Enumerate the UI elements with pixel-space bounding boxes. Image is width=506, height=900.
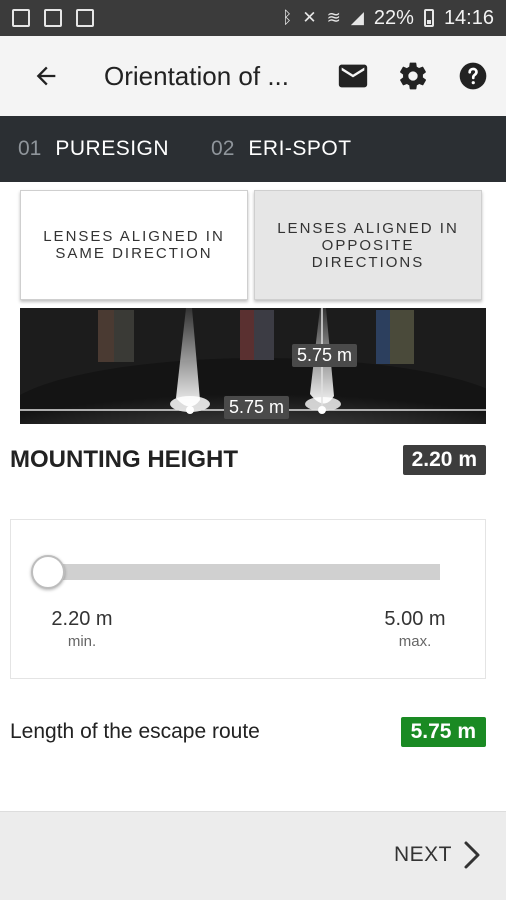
slider-thumb[interactable] <box>31 555 65 589</box>
step-label: PURESIGN <box>55 137 170 160</box>
step-number: 02 <box>211 137 235 160</box>
wifi-icon: ≋ <box>326 8 341 27</box>
app-bar: Orientation of ... <box>0 36 506 116</box>
slider-max: 5.00 m max. <box>377 608 453 650</box>
slider-track[interactable] <box>47 564 440 580</box>
help-button[interactable] <box>454 57 492 95</box>
mounting-height-value: 2.20 m <box>402 445 486 475</box>
mail-icon <box>338 64 368 88</box>
notification-icon <box>12 9 30 27</box>
slider-min-value: 2.20 m <box>51 608 113 630</box>
gear-icon <box>400 62 427 90</box>
step-puresign[interactable]: 01 PURESIGN <box>18 137 169 161</box>
settings-button[interactable] <box>394 57 432 95</box>
step-bar: 01 PURESIGN 02 ERI-SPOT <box>0 116 506 182</box>
slider-max-value: 5.00 m <box>384 608 446 630</box>
escape-route-row: Length of the escape route 5.75 m <box>10 714 486 750</box>
play-notification-icon <box>76 9 94 27</box>
mail-button[interactable] <box>334 57 372 95</box>
slider-min-caption: min. <box>67 633 97 650</box>
opposite-direction-option[interactable]: LENSES ALIGNED IN OPPOSITE DIRECTIONS <box>254 190 482 300</box>
mounting-height-slider-card: 2.20 m min. 5.00 m max. <box>10 519 486 679</box>
notification-icons <box>12 9 94 27</box>
mounting-height-row: MOUNTING HEIGHT 2.20 m <box>10 440 486 480</box>
step-number: 01 <box>18 137 42 160</box>
lighting-preview-image: 5.75 m 5.75 m <box>20 308 486 424</box>
mute-icon: ✕ <box>302 8 317 27</box>
escape-route-label: Length of the escape route <box>10 720 260 743</box>
signal-icon: ◢ <box>350 8 364 27</box>
same-direction-option[interactable]: LENSES ALIGNED IN SAME DIRECTION <box>20 190 248 300</box>
orientation-toggle: LENSES ALIGNED IN SAME DIRECTION LENSES … <box>20 190 482 302</box>
vertical-distance-label: 5.75 m <box>292 344 358 367</box>
slider-max-caption: max. <box>398 633 432 650</box>
step-label: ERI-SPOT <box>248 137 352 160</box>
next-button[interactable]: NEXT <box>394 840 482 870</box>
escape-route-value: 5.75 m <box>400 717 486 747</box>
step-eri-spot[interactable]: 02 ERI-SPOT <box>211 137 352 161</box>
image-notification-icon <box>44 9 62 27</box>
chevron-right-icon <box>464 841 480 869</box>
footer-bar: NEXT <box>0 811 506 900</box>
mounting-height-title: MOUNTING HEIGHT <box>10 446 238 473</box>
status-bar: ᛒ ✕ ≋ ◢ 22% 14:16 <box>0 0 506 36</box>
back-button[interactable] <box>18 48 74 104</box>
slider-min: 2.20 m min. <box>47 608 117 650</box>
system-icons: ᛒ ✕ ≋ ◢ 22% 14:16 <box>282 7 494 30</box>
next-label: NEXT <box>393 843 452 866</box>
battery-percent: 22% <box>373 6 414 29</box>
clock: 14:16 <box>443 6 494 29</box>
arrow-back-icon <box>36 66 56 86</box>
bluetooth-icon: ᛒ <box>282 8 293 27</box>
battery-icon <box>423 9 434 27</box>
horizontal-distance-label: 5.75 m <box>224 396 290 419</box>
help-icon <box>459 62 487 90</box>
page-title: Orientation of ... <box>104 60 289 91</box>
